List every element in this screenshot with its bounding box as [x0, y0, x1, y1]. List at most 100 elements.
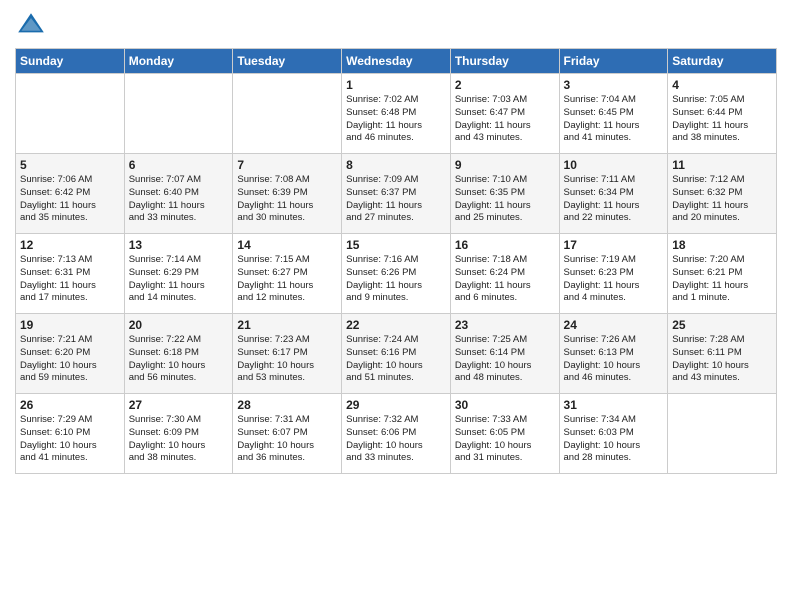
- calendar-cell: 29 Sunrise: 7:32 AM Sunset: 6:06 PM Dayli…: [342, 394, 451, 474]
- calendar-cell: 12 Sunrise: 7:13 AM Sunset: 6:31 PM Dayli…: [16, 234, 125, 314]
- day-number: 23: [455, 318, 555, 332]
- day-number: 12: [20, 238, 120, 252]
- day-number: 17: [564, 238, 664, 252]
- calendar-cell: 6 Sunrise: 7:07 AM Sunset: 6:40 PM Daylig…: [124, 154, 233, 234]
- calendar-cell: 18 Sunrise: 7:20 AM Sunset: 6:21 PM Dayli…: [668, 234, 777, 314]
- day-info: Sunrise: 7:33 AM Sunset: 6:05 PM Dayligh…: [455, 414, 555, 465]
- day-number: 11: [672, 158, 772, 172]
- day-number: 27: [129, 398, 229, 412]
- logo-icon: [15, 10, 47, 42]
- day-info: Sunrise: 7:32 AM Sunset: 6:06 PM Dayligh…: [346, 414, 446, 465]
- day-number: 5: [20, 158, 120, 172]
- day-info: Sunrise: 7:09 AM Sunset: 6:37 PM Dayligh…: [346, 174, 446, 225]
- day-info: Sunrise: 7:25 AM Sunset: 6:14 PM Dayligh…: [455, 334, 555, 385]
- calendar-week-row: 1Sunrise: 7:02 AM Sunset: 6:48 PM Daylig…: [16, 74, 777, 154]
- calendar-cell: 4 Sunrise: 7:05 AM Sunset: 6:44 PM Daylig…: [668, 74, 777, 154]
- day-number: 16: [455, 238, 555, 252]
- day-number: 20: [129, 318, 229, 332]
- day-info: Sunrise: 7:31 AM Sunset: 6:07 PM Dayligh…: [237, 414, 337, 465]
- day-number: 14: [237, 238, 337, 252]
- day-number: 8: [346, 158, 446, 172]
- calendar-cell: 2 Sunrise: 7:03 AM Sunset: 6:47 PM Daylig…: [450, 74, 559, 154]
- day-info: Sunrise: 7:12 AM Sunset: 6:32 PM Dayligh…: [672, 174, 772, 225]
- header-thursday: Thursday: [450, 49, 559, 74]
- day-info: Sunrise: 7:21 AM Sunset: 6:20 PM Dayligh…: [20, 334, 120, 385]
- day-number: 7: [237, 158, 337, 172]
- day-info: Sunrise: 7:11 AM Sunset: 6:34 PM Dayligh…: [564, 174, 664, 225]
- day-number: 10: [564, 158, 664, 172]
- page: Sunday Monday Tuesday Wednesday Thursday…: [0, 0, 792, 612]
- day-number: 6: [129, 158, 229, 172]
- header-tuesday: Tuesday: [233, 49, 342, 74]
- day-info: Sunrise: 7:02 AM Sunset: 6:48 PM Dayligh…: [346, 94, 446, 145]
- day-number: 2: [455, 78, 555, 92]
- day-info: Sunrise: 7:22 AM Sunset: 6:18 PM Dayligh…: [129, 334, 229, 385]
- calendar-cell: 23 Sunrise: 7:25 AM Sunset: 6:14 PM Dayli…: [450, 314, 559, 394]
- day-number: 9: [455, 158, 555, 172]
- calendar-cell: 27 Sunrise: 7:30 AM Sunset: 6:09 PM Dayli…: [124, 394, 233, 474]
- header-sunday: Sunday: [16, 49, 125, 74]
- day-info: Sunrise: 7:13 AM Sunset: 6:31 PM Dayligh…: [20, 254, 120, 305]
- calendar-cell: 8 Sunrise: 7:09 AM Sunset: 6:37 PM Daylig…: [342, 154, 451, 234]
- calendar-cell: 30 Sunrise: 7:33 AM Sunset: 6:05 PM Dayli…: [450, 394, 559, 474]
- calendar-cell: [124, 74, 233, 154]
- calendar-cell: 17Sunrise: 7:19 AM Sunset: 6:23 PM Dayli…: [559, 234, 668, 314]
- day-info: Sunrise: 7:04 AM Sunset: 6:45 PM Dayligh…: [564, 94, 664, 145]
- day-info: Sunrise: 7:08 AM Sunset: 6:39 PM Dayligh…: [237, 174, 337, 225]
- calendar-cell: 28 Sunrise: 7:31 AM Sunset: 6:07 PM Dayli…: [233, 394, 342, 474]
- day-info: Sunrise: 7:03 AM Sunset: 6:47 PM Dayligh…: [455, 94, 555, 145]
- day-info: Sunrise: 7:30 AM Sunset: 6:09 PM Dayligh…: [129, 414, 229, 465]
- day-number: 30: [455, 398, 555, 412]
- calendar-table: Sunday Monday Tuesday Wednesday Thursday…: [15, 48, 777, 474]
- day-number: 4: [672, 78, 772, 92]
- calendar-week-row: 5 Sunrise: 7:06 AM Sunset: 6:42 PM Daylig…: [16, 154, 777, 234]
- day-info: Sunrise: 7:06 AM Sunset: 6:42 PM Dayligh…: [20, 174, 120, 225]
- day-number: 3: [564, 78, 664, 92]
- day-info: Sunrise: 7:05 AM Sunset: 6:44 PM Dayligh…: [672, 94, 772, 145]
- day-info: Sunrise: 7:20 AM Sunset: 6:21 PM Dayligh…: [672, 254, 772, 305]
- header-monday: Monday: [124, 49, 233, 74]
- day-number: 28: [237, 398, 337, 412]
- calendar-cell: 19Sunrise: 7:21 AM Sunset: 6:20 PM Dayli…: [16, 314, 125, 394]
- calendar-cell: 13 Sunrise: 7:14 AM Sunset: 6:29 PM Dayli…: [124, 234, 233, 314]
- calendar-cell: 15Sunrise: 7:16 AM Sunset: 6:26 PM Dayli…: [342, 234, 451, 314]
- calendar-cell: 7 Sunrise: 7:08 AM Sunset: 6:39 PM Daylig…: [233, 154, 342, 234]
- day-info: Sunrise: 7:26 AM Sunset: 6:13 PM Dayligh…: [564, 334, 664, 385]
- calendar-cell: 21 Sunrise: 7:23 AM Sunset: 6:17 PM Dayli…: [233, 314, 342, 394]
- calendar-cell: [16, 74, 125, 154]
- day-info: Sunrise: 7:16 AM Sunset: 6:26 PM Dayligh…: [346, 254, 446, 305]
- calendar-cell: 3 Sunrise: 7:04 AM Sunset: 6:45 PM Daylig…: [559, 74, 668, 154]
- day-info: Sunrise: 7:24 AM Sunset: 6:16 PM Dayligh…: [346, 334, 446, 385]
- day-number: 29: [346, 398, 446, 412]
- calendar-week-row: 19Sunrise: 7:21 AM Sunset: 6:20 PM Dayli…: [16, 314, 777, 394]
- calendar-week-row: 26Sunrise: 7:29 AM Sunset: 6:10 PM Dayli…: [16, 394, 777, 474]
- calendar-week-row: 12 Sunrise: 7:13 AM Sunset: 6:31 PM Dayli…: [16, 234, 777, 314]
- day-number: 24: [564, 318, 664, 332]
- calendar-body: 1Sunrise: 7:02 AM Sunset: 6:48 PM Daylig…: [16, 74, 777, 474]
- calendar-header: Sunday Monday Tuesday Wednesday Thursday…: [16, 49, 777, 74]
- day-info: Sunrise: 7:10 AM Sunset: 6:35 PM Dayligh…: [455, 174, 555, 225]
- calendar-cell: 1Sunrise: 7:02 AM Sunset: 6:48 PM Daylig…: [342, 74, 451, 154]
- calendar-cell: 24 Sunrise: 7:26 AM Sunset: 6:13 PM Dayli…: [559, 314, 668, 394]
- day-number: 18: [672, 238, 772, 252]
- day-number: 31: [564, 398, 664, 412]
- day-info: Sunrise: 7:18 AM Sunset: 6:24 PM Dayligh…: [455, 254, 555, 305]
- header-saturday: Saturday: [668, 49, 777, 74]
- day-info: Sunrise: 7:07 AM Sunset: 6:40 PM Dayligh…: [129, 174, 229, 225]
- header-wednesday: Wednesday: [342, 49, 451, 74]
- calendar-cell: 11 Sunrise: 7:12 AM Sunset: 6:32 PM Dayli…: [668, 154, 777, 234]
- calendar-cell: [668, 394, 777, 474]
- day-info: Sunrise: 7:15 AM Sunset: 6:27 PM Dayligh…: [237, 254, 337, 305]
- calendar-cell: 31 Sunrise: 7:34 AM Sunset: 6:03 PM Dayli…: [559, 394, 668, 474]
- day-number: 25: [672, 318, 772, 332]
- calendar-cell: 16 Sunrise: 7:18 AM Sunset: 6:24 PM Dayli…: [450, 234, 559, 314]
- day-number: 13: [129, 238, 229, 252]
- calendar-cell: 20 Sunrise: 7:22 AM Sunset: 6:18 PM Dayli…: [124, 314, 233, 394]
- day-info: Sunrise: 7:14 AM Sunset: 6:29 PM Dayligh…: [129, 254, 229, 305]
- logo: [15, 10, 51, 42]
- day-number: 21: [237, 318, 337, 332]
- day-info: Sunrise: 7:34 AM Sunset: 6:03 PM Dayligh…: [564, 414, 664, 465]
- calendar-cell: 5 Sunrise: 7:06 AM Sunset: 6:42 PM Daylig…: [16, 154, 125, 234]
- day-info: Sunrise: 7:23 AM Sunset: 6:17 PM Dayligh…: [237, 334, 337, 385]
- day-info: Sunrise: 7:28 AM Sunset: 6:11 PM Dayligh…: [672, 334, 772, 385]
